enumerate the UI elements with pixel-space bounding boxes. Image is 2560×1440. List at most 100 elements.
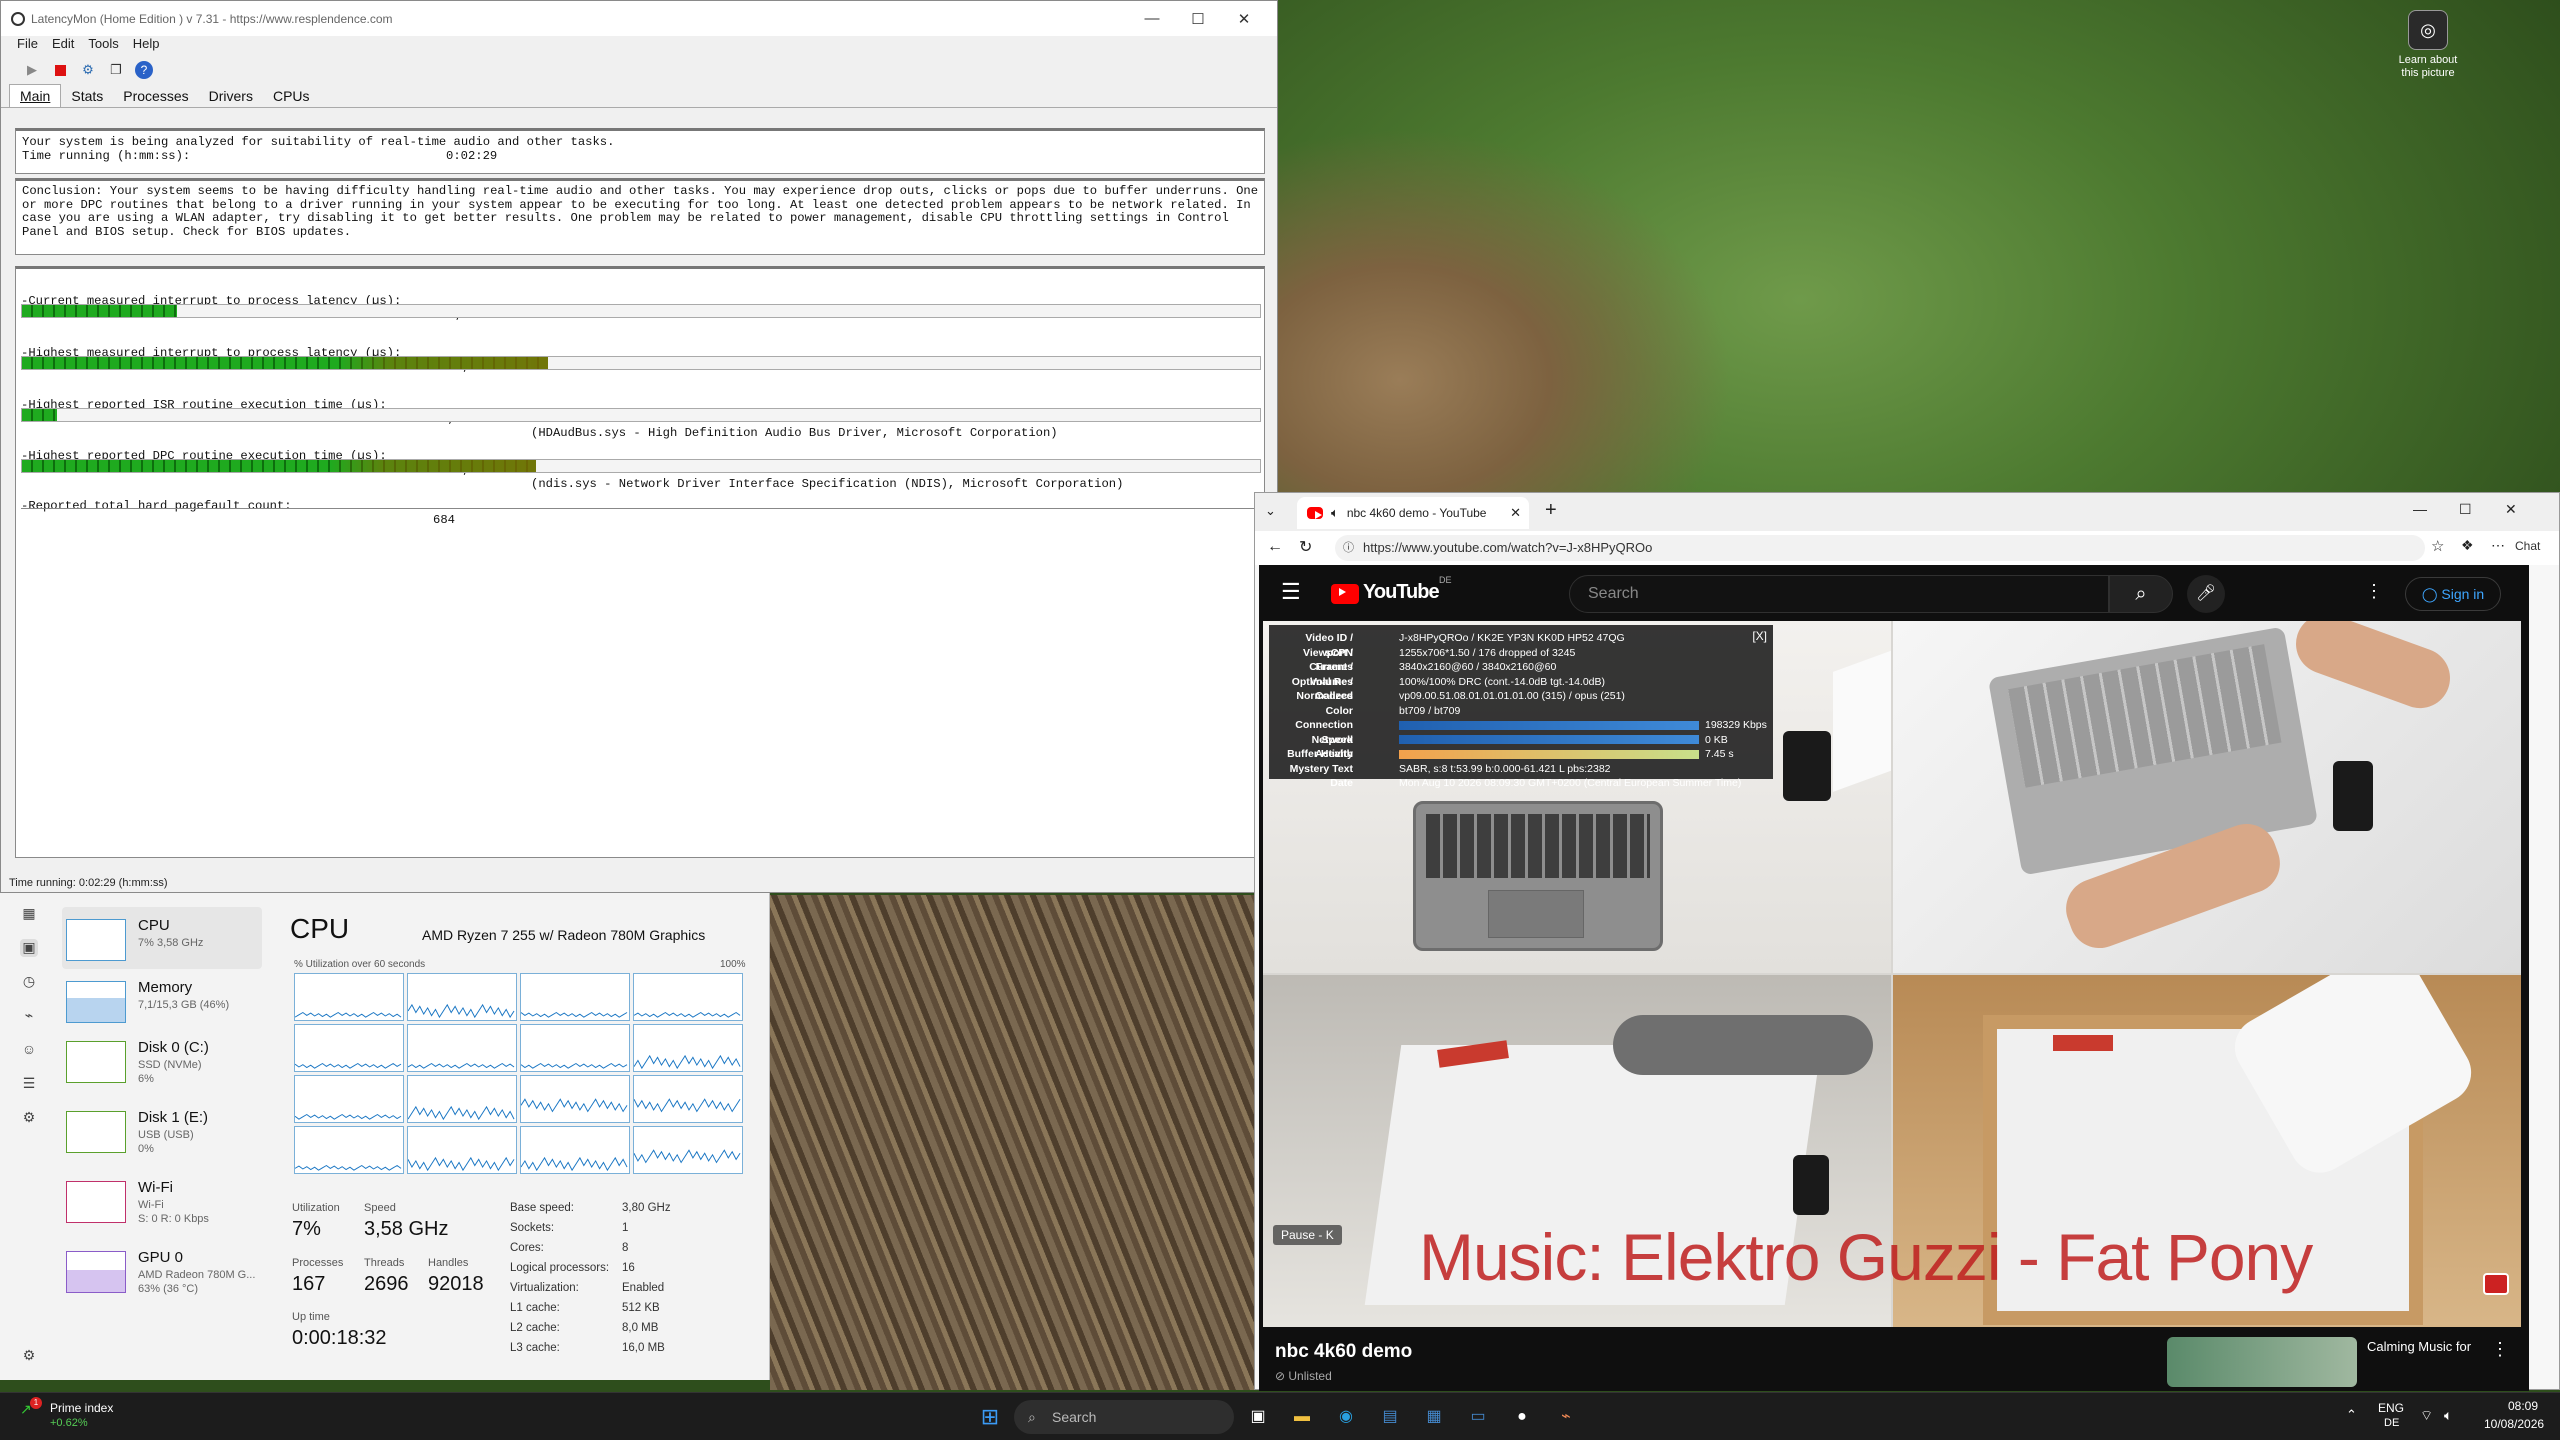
side-disk1[interactable]: Disk 1 (E:) USB (USB) 0%	[62, 1099, 262, 1161]
lang-primary[interactable]: ENG	[2378, 1401, 2404, 1415]
cpu-core-graph	[294, 1075, 404, 1123]
favorites-icon[interactable]: ☆	[2431, 537, 2444, 555]
close-button[interactable]: ✕	[2505, 501, 2517, 518]
kebab-menu-icon[interactable]: ⋮	[2365, 581, 2383, 602]
recommended-title[interactable]: Calming Music for	[2367, 1339, 2497, 1354]
minimize-button[interactable]: —	[2413, 501, 2427, 517]
stop-icon[interactable]	[49, 59, 71, 81]
processes-icon[interactable]: ▦	[20, 905, 38, 923]
volume-icon[interactable]: 🔈︎	[2444, 1407, 2452, 1424]
close-button[interactable]: ✕	[1221, 10, 1267, 28]
sign-in-button[interactable]: ◯ Sign in	[2405, 577, 2501, 611]
stock-widget[interactable]: ↗ 1 Prime index +0.62%	[16, 1397, 156, 1435]
performance-icon[interactable]: ▣	[20, 939, 38, 957]
stats-row: Volume / Normalized 100%/100% DRC (cont.-…	[1275, 675, 1767, 703]
menu-icon[interactable]: ☰	[1281, 579, 1301, 605]
rec-more-icon[interactable]: ⋮	[2491, 1339, 2509, 1360]
file-explorer-icon[interactable]: ▬	[1288, 1403, 1316, 1431]
tray-chevron-icon[interactable]: ⌃	[2346, 1407, 2357, 1423]
extensions-icon[interactable]: ❖	[2461, 537, 2474, 554]
youtube-logo-icon[interactable]	[1331, 584, 1359, 604]
tab-list-chevron-icon[interactable]: ⌄	[1265, 503, 1276, 519]
tab-stats[interactable]: Stats	[61, 85, 113, 107]
side-gpu[interactable]: GPU 0 AMD Radeon 780M G... 63% (36 °C)	[62, 1239, 262, 1301]
lang-secondary[interactable]: DE	[2384, 1417, 2399, 1429]
analyze-icon[interactable]: ⚙	[77, 59, 99, 81]
spec-label: L1 cache:	[510, 1302, 560, 1314]
windows-icon[interactable]: ❐	[105, 59, 127, 81]
help-icon[interactable]: ?	[133, 59, 155, 81]
recommended-thumbnail[interactable]	[2167, 1337, 2357, 1387]
stats-row: Network Activity 0 KB	[1275, 733, 1767, 761]
microphone-icon[interactable]: 🎤︎	[2187, 575, 2225, 613]
app-history-icon[interactable]: ◷	[20, 973, 38, 991]
copilot-chat-button[interactable]: Chat	[2515, 539, 2540, 553]
tab-cpus[interactable]: CPUs	[263, 85, 320, 107]
stats-value-text: vp09.00.51.08.01.01.01.01.00 (315) / opu…	[1399, 690, 1625, 702]
url-text: https://www.youtube.com/watch?v=J-x8HPyQ…	[1363, 540, 1653, 555]
startup-icon[interactable]: ⌁	[20, 1007, 38, 1025]
uptime-label: Up time	[292, 1311, 330, 1323]
back-icon[interactable]: ←	[1267, 538, 1283, 556]
side-memory[interactable]: Memory 7,1/15,3 GB (46%)	[62, 969, 262, 1031]
charger-image	[1793, 1155, 1829, 1215]
video-player[interactable]: [X] Video ID / sCPN J-x8HPyQROo / KK2E YP…	[1263, 621, 2521, 1327]
task-manager-taskbar-icon[interactable]: ⌁	[1552, 1403, 1580, 1431]
site-info-icon[interactable]: ⓘ	[1343, 535, 1354, 561]
url-input[interactable]: ⓘ https://www.youtube.com/watch?v=J-x8HP…	[1335, 535, 2425, 561]
refresh-icon[interactable]: ↻	[1299, 537, 1312, 557]
side-wifi[interactable]: Wi-Fi Wi-Fi S: 0 R: 0 Kbps	[62, 1169, 262, 1231]
speaker-icon[interactable]: 🔈︎	[1331, 505, 1339, 521]
miniplayer-icon[interactable]	[2483, 1273, 2509, 1295]
side-cpu[interactable]: CPU 7% 3,58 GHz	[62, 907, 262, 969]
details-icon[interactable]: ☰	[20, 1075, 38, 1093]
stats-value: bt709 / bt709	[1399, 704, 1460, 719]
bar-fill	[22, 409, 57, 421]
search-label: Search	[1052, 1409, 1097, 1425]
threads-label: Threads	[364, 1257, 405, 1269]
cpu-core-graph	[520, 1075, 630, 1123]
threads-value: 2696	[364, 1273, 409, 1295]
box-image	[1833, 650, 1891, 792]
video-visibility: ⊘ Unlisted	[1275, 1369, 1332, 1383]
play-icon[interactable]: ▶	[21, 59, 43, 81]
side-disk0[interactable]: Disk 0 (C:) SSD (NVMe) 6%	[62, 1029, 262, 1091]
tab-youtube[interactable]: 🔈︎ nbc 4k60 demo - YouTube ✕	[1297, 497, 1529, 529]
maximize-button[interactable]: ☐	[2459, 501, 2472, 518]
edge-icon[interactable]: ◉	[1332, 1403, 1360, 1431]
latencymon-titlebar[interactable]: LatencyMon (Home Edition ) v 7.31 - http…	[1, 1, 1277, 36]
toolbar: ▶ ⚙ ❐ ?	[1, 56, 1277, 84]
settings-icon[interactable]: ⚙	[20, 1347, 38, 1365]
wifi-icon[interactable]: ⌔	[2420, 1407, 2433, 1425]
tab-processes[interactable]: Processes	[113, 85, 198, 107]
tab-close-icon[interactable]: ✕	[1510, 505, 1521, 521]
menu-file[interactable]: File	[17, 36, 38, 56]
side-label: Disk 1 (E:)	[138, 1109, 209, 1126]
start-icon[interactable]: ⊞	[976, 1403, 1004, 1431]
more-icon[interactable]: ⋯	[2491, 537, 2505, 554]
clock-date[interactable]: 10/08/2026	[2484, 1417, 2544, 1431]
tab-drivers[interactable]: Drivers	[199, 85, 263, 107]
new-tab-icon[interactable]: +	[1545, 499, 1557, 522]
tab-main[interactable]: Main	[9, 84, 62, 107]
taskbar-search[interactable]: ⌕ Search	[1014, 1400, 1234, 1434]
stats-value-text: bt709 / bt709	[1399, 704, 1461, 717]
desktop-learn-about-picture[interactable]: ◎ Learn about this picture	[2392, 10, 2464, 80]
task-view-icon[interactable]: ▣	[1244, 1403, 1272, 1431]
cpu-core-graph	[294, 1024, 404, 1072]
services-icon[interactable]: ⚙	[20, 1109, 38, 1127]
search-input[interactable]: Search	[1569, 575, 2109, 613]
minimize-button[interactable]: —	[1129, 10, 1175, 28]
menu-tools[interactable]: Tools	[88, 36, 118, 56]
clock-time[interactable]: 08:09	[2508, 1399, 2538, 1413]
users-icon[interactable]: ☺	[20, 1041, 38, 1059]
menu-edit[interactable]: Edit	[52, 36, 74, 56]
latencymon-taskbar-icon[interactable]: ●	[1508, 1403, 1536, 1431]
menu-help[interactable]: Help	[133, 36, 160, 56]
remote-desktop-icon[interactable]: ▭	[1464, 1403, 1492, 1431]
maximize-button[interactable]: ☐	[1175, 10, 1221, 28]
calculator-icon[interactable]: ▦	[1420, 1403, 1448, 1431]
youtube-wordmark[interactable]: YouTube	[1363, 581, 1440, 604]
store-icon[interactable]: ▤	[1376, 1403, 1404, 1431]
search-icon[interactable]: ⌕	[2109, 575, 2173, 613]
